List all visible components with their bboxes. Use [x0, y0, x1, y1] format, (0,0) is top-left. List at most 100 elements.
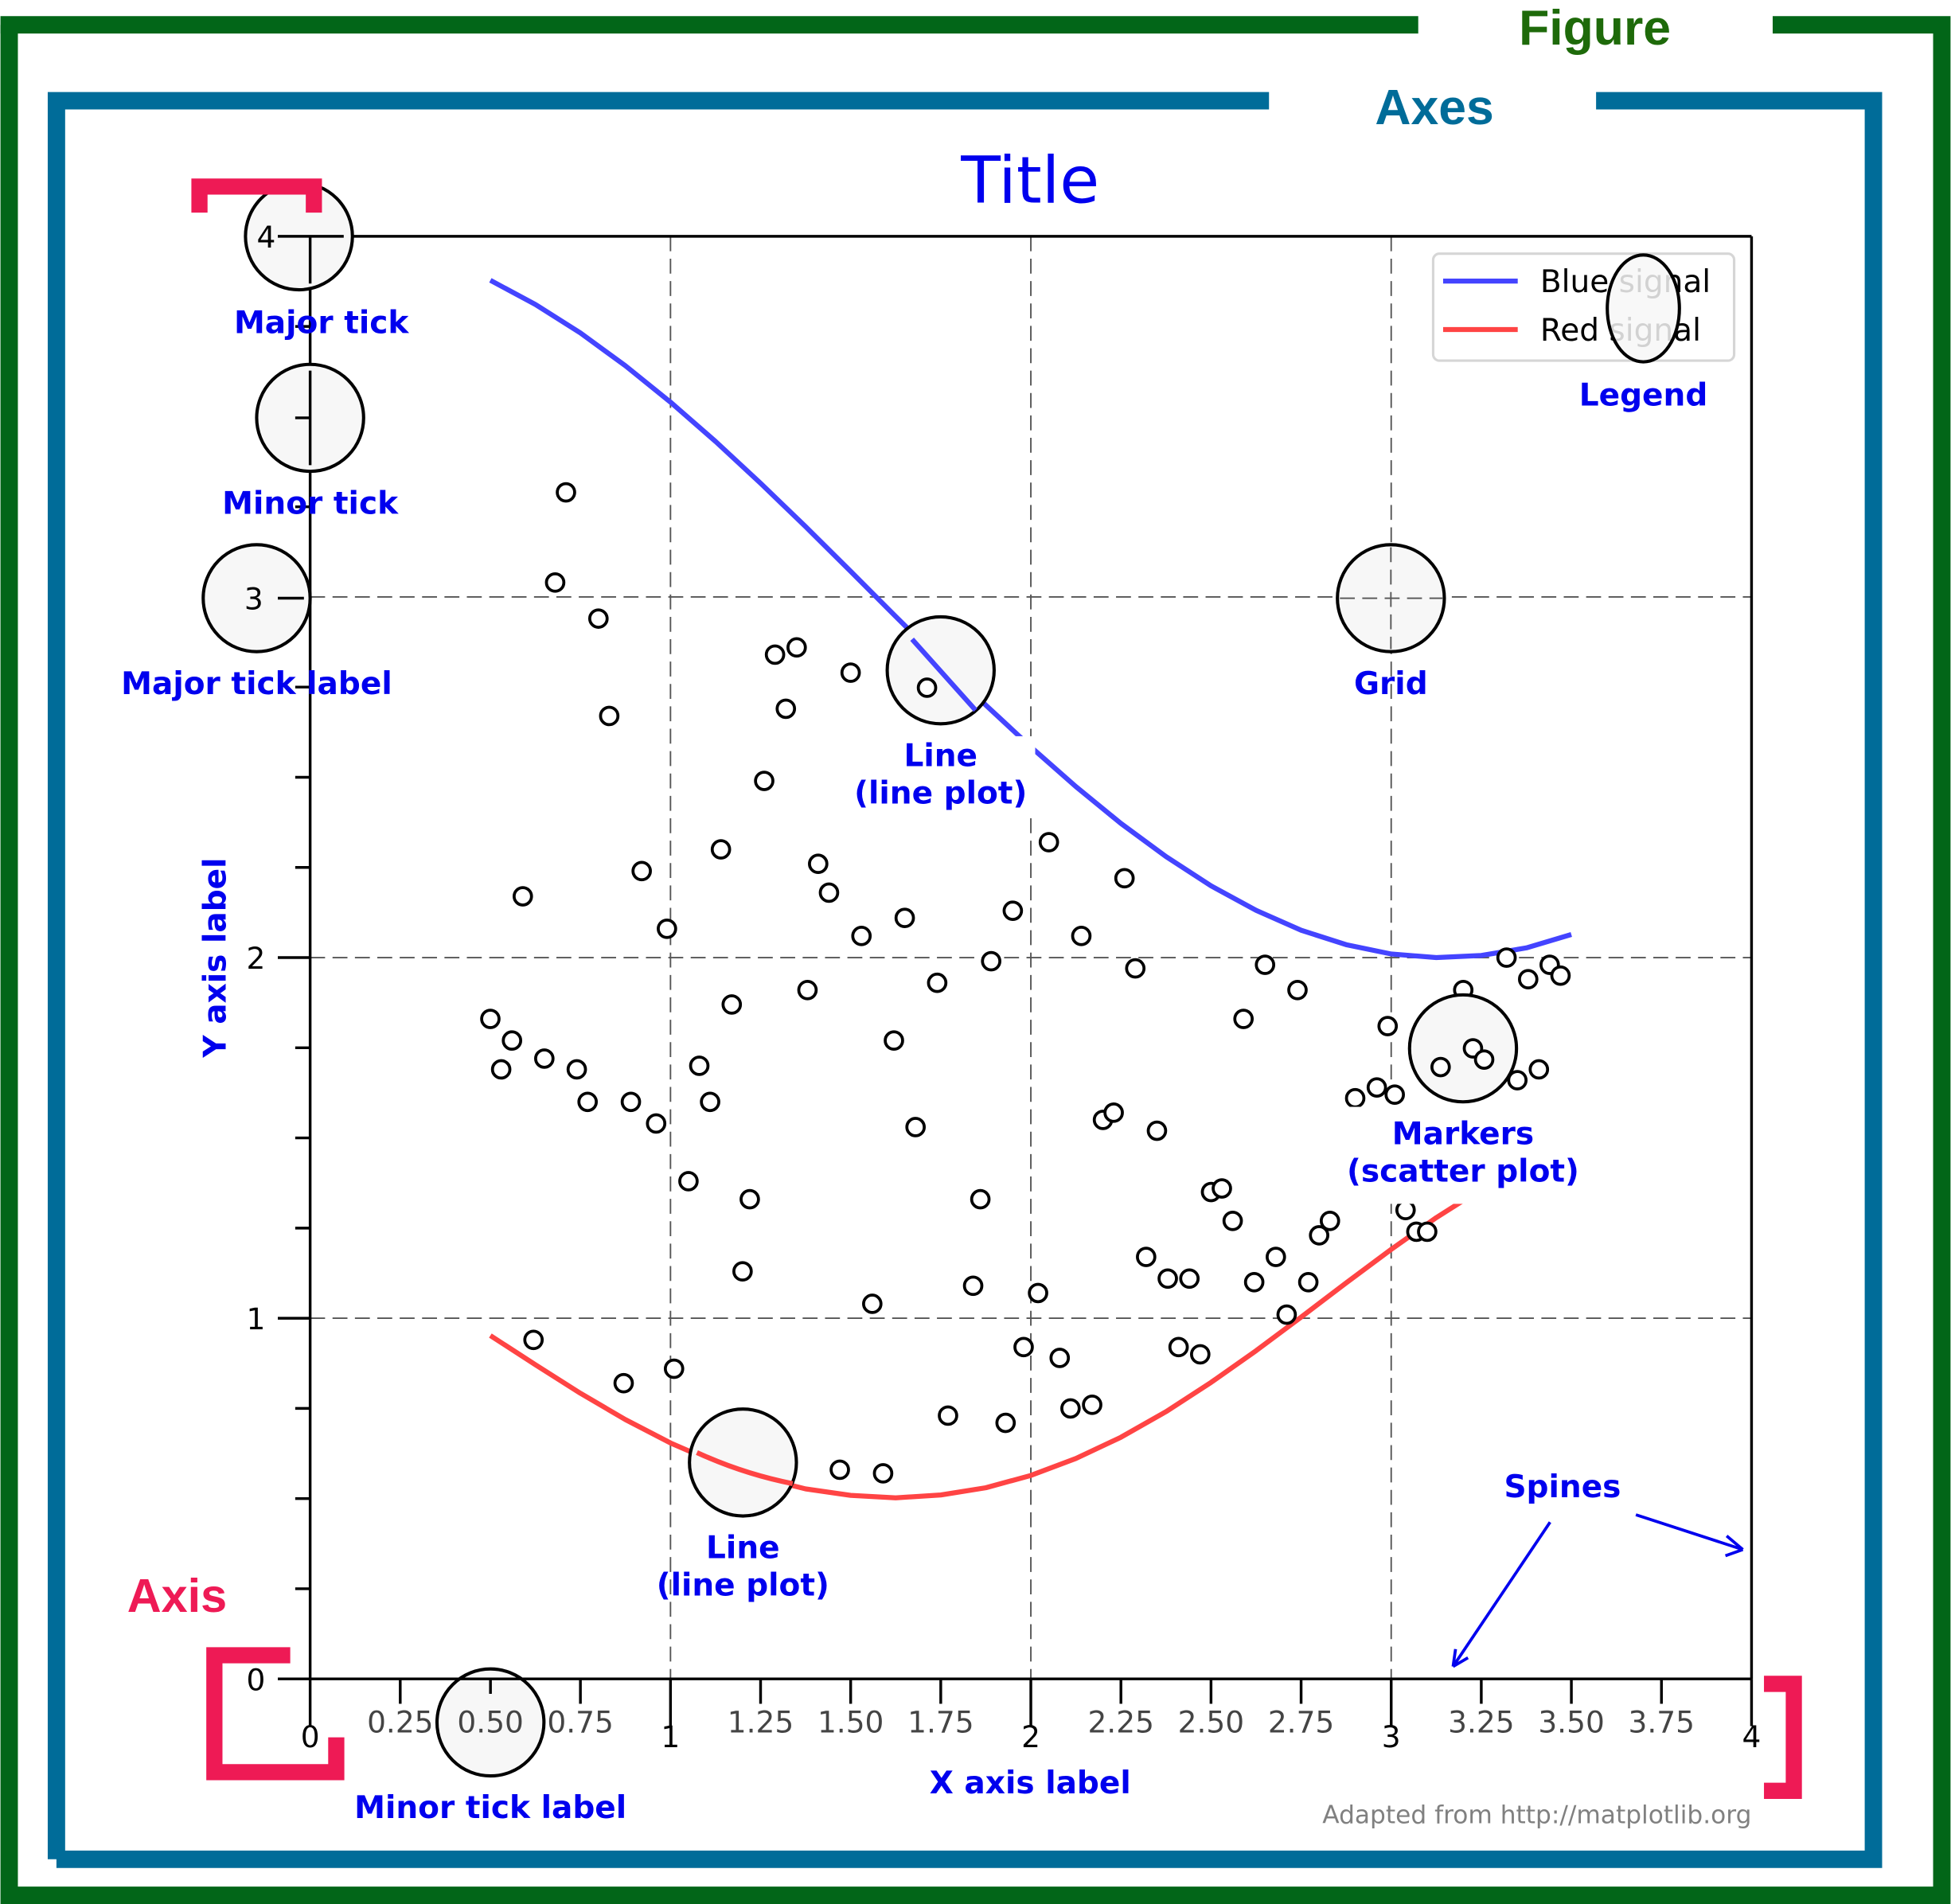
- scatter-point: [938, 1405, 958, 1426]
- scatter-point: [1168, 1336, 1189, 1358]
- scatter-point: [927, 972, 948, 993]
- scatter-point: [1179, 1268, 1200, 1289]
- label-grid: Grid: [1354, 666, 1428, 702]
- blue-line-highlight: [885, 615, 996, 726]
- legend-highlight: [1606, 253, 1681, 364]
- scatter-point: [577, 1091, 599, 1113]
- scatter-point: [1287, 979, 1308, 1001]
- scatter-point: [894, 907, 915, 929]
- scatter-point: [775, 698, 797, 720]
- scatter-point: [1060, 1398, 1081, 1419]
- scatter-point: [1377, 1016, 1399, 1036]
- grid-highlight: [1336, 543, 1446, 654]
- scatter-point: [534, 1048, 555, 1069]
- scatter-point: [970, 1188, 991, 1210]
- scatter-point: [1190, 1344, 1211, 1365]
- scatter-point: [862, 1293, 883, 1314]
- scatter-point: [1114, 868, 1135, 889]
- label-line-plot-top-2: (line plot): [854, 775, 1027, 811]
- scatter-point: [1146, 1120, 1168, 1141]
- scatter-point: [1266, 1247, 1286, 1267]
- x-minor-tick-label: 2.50: [1178, 1704, 1244, 1739]
- x-major-tick-label: 1: [661, 1719, 680, 1754]
- label-markers-1: Markers: [1392, 1116, 1534, 1152]
- major-tick-highlight: 4: [244, 181, 354, 292]
- scatter-point: [1550, 965, 1571, 986]
- scatter-point: [739, 1188, 760, 1210]
- axis-label: Axis: [127, 1569, 227, 1622]
- scatter-point: [1496, 947, 1517, 968]
- scatter-point: [1276, 1304, 1297, 1325]
- major-tick-label-highlight: 3: [201, 543, 312, 654]
- scatter-point: [884, 1030, 904, 1051]
- scatter-point: [523, 1329, 544, 1351]
- axis-brackets: [191, 178, 1802, 1799]
- bracket-bottom-right: [1764, 1676, 1802, 1799]
- scatter-point: [1049, 1348, 1071, 1368]
- scatter-point: [620, 1091, 642, 1113]
- x-minor-tick-label: 0.25: [367, 1704, 433, 1739]
- label-line-plot-top-1: Line: [903, 738, 977, 774]
- scatter-point: [631, 860, 652, 882]
- y-axis-label: Y axis label: [197, 857, 233, 1058]
- highlight-marker: [916, 677, 938, 698]
- scatter-point: [808, 853, 829, 875]
- grid: [310, 236, 1752, 1680]
- scatter-point: [1002, 900, 1024, 921]
- label-line-plot-bottom-1: Line: [706, 1531, 780, 1567]
- arrow-to-bottom-spine: [1451, 1521, 1551, 1668]
- x-minor-tick-label: 3.50: [1538, 1704, 1604, 1739]
- scatter-point: [512, 886, 533, 907]
- scatter-point: [544, 572, 566, 593]
- scatter-point: [1013, 1336, 1034, 1358]
- scatter-point: [689, 1055, 710, 1076]
- scatter-point: [840, 662, 861, 683]
- scatter-point: [710, 839, 732, 860]
- label-line-plot-bottom-2: (line plot): [657, 1568, 829, 1604]
- scatter-point: [1528, 1059, 1550, 1080]
- scatter-point: [480, 1009, 501, 1029]
- scatter-point: [872, 1463, 894, 1484]
- scatter-point: [1028, 1282, 1048, 1304]
- scatter-point: [663, 1358, 685, 1379]
- attribution: Adapted from http://matplotlib.org: [1322, 1801, 1751, 1829]
- scatter-point: [1212, 1178, 1232, 1199]
- scatter-point: [587, 608, 609, 629]
- x-minor-tick-label: 2.75: [1268, 1704, 1334, 1739]
- x-minor-tick-label: 3.75: [1629, 1704, 1695, 1739]
- figure-label: Figure: [1519, 0, 1671, 56]
- y-major-tick-label: 1: [247, 1301, 266, 1336]
- scatter-point: [829, 1459, 850, 1481]
- scatter-point: [905, 1117, 927, 1137]
- highlight-marker: [1473, 1049, 1495, 1070]
- scatter-point: [786, 637, 807, 658]
- minor-tick-highlight: [255, 362, 365, 474]
- x-minor-tick-label: 2.25: [1087, 1704, 1153, 1739]
- x-minor-tick-label: 1.50: [817, 1704, 884, 1739]
- scatter-point: [566, 1059, 587, 1080]
- legend: Blue signal Red signal: [1431, 252, 1736, 362]
- arrow-to-right-spine: [1635, 1513, 1744, 1551]
- scatter-point: [1103, 1102, 1124, 1123]
- scatter-point: [1395, 1200, 1416, 1221]
- scatter-point: [721, 994, 743, 1015]
- label-minor-tick-label: Minor tick label: [354, 1790, 626, 1826]
- highlight-y-tick-label-4: 4: [256, 220, 275, 255]
- scatter-point: [1243, 1271, 1265, 1293]
- scatter-point: [764, 644, 786, 665]
- highlight-x-minor-label: 0.50: [457, 1704, 523, 1739]
- scatter-point: [1233, 1009, 1254, 1029]
- scatter-point: [1136, 1247, 1157, 1267]
- label-legend: Legend: [1579, 377, 1708, 413]
- scatter-point: [1518, 969, 1539, 990]
- scatter-point: [657, 918, 677, 939]
- y-major-tick-label: 2: [247, 941, 266, 976]
- figure-canvas: Figure Axes Title 0 1 2 3 4 0.25 0.75 1.25 1.50 1…: [0, 0, 1951, 1904]
- scatter-point: [490, 1059, 512, 1080]
- bracket-bottom-left: [206, 1647, 345, 1781]
- scatter-point: [1222, 1210, 1243, 1231]
- highlight-y-tick-label-3: 3: [244, 582, 263, 617]
- scatter-point: [818, 882, 840, 903]
- minor-tick-label-highlight: 0.50: [435, 1667, 546, 1778]
- label-major-tick-label: Major tick label: [121, 666, 392, 702]
